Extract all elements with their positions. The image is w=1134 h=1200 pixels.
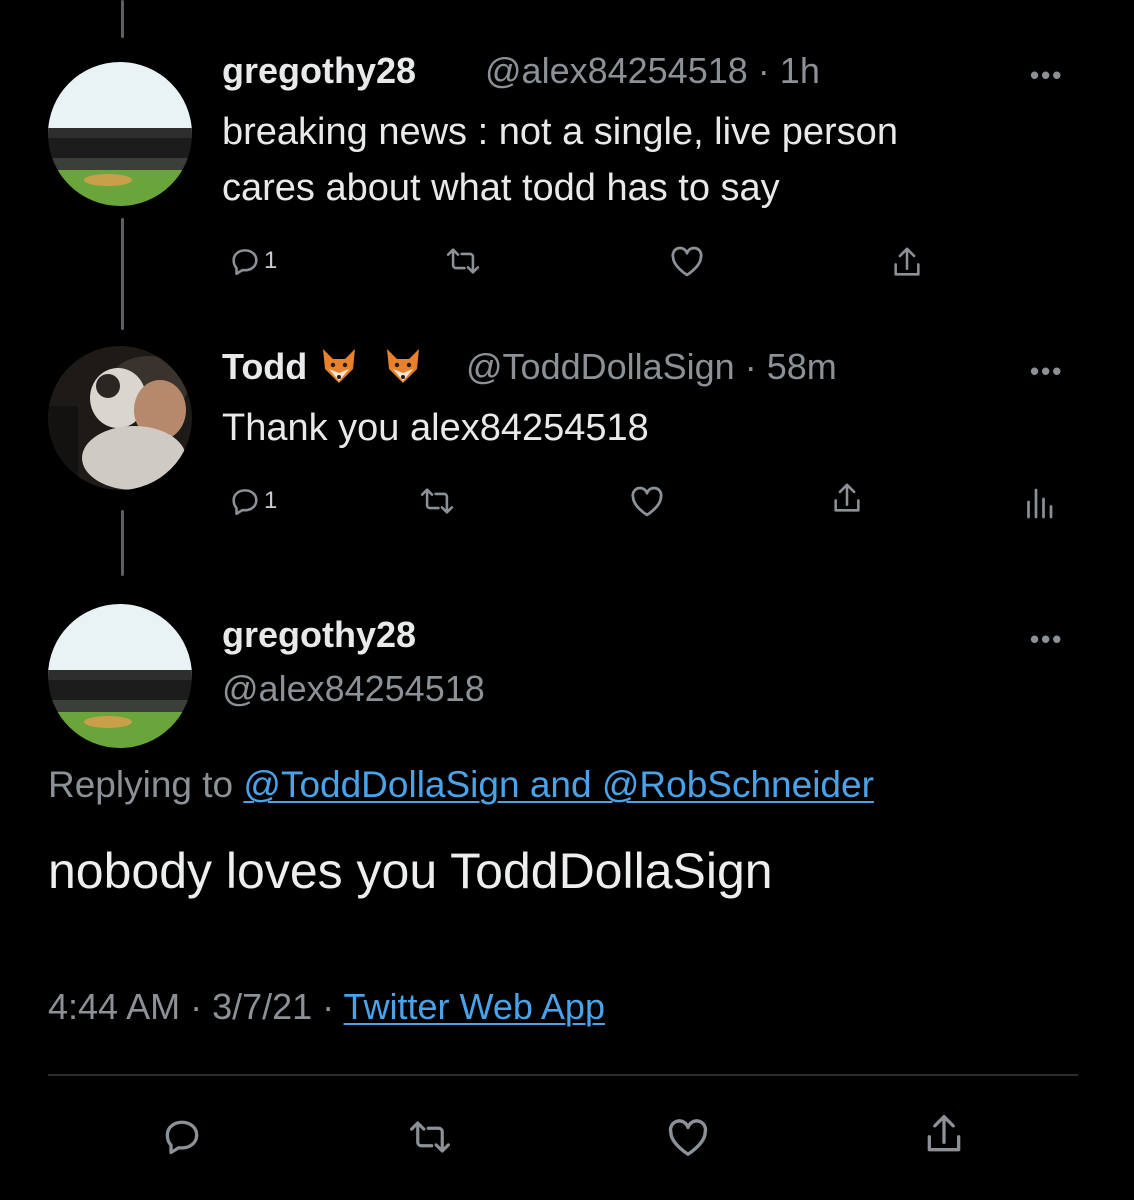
reply-button[interactable]: 1 bbox=[228, 244, 277, 278]
retweet-button[interactable] bbox=[444, 244, 482, 278]
author-name[interactable]: gregothy28 bbox=[222, 50, 416, 92]
tweet-text-line: breaking news : not a single, live perso… bbox=[222, 111, 898, 153]
like-button[interactable] bbox=[664, 1116, 712, 1158]
author-meta: @ToddDollaSign · 58m bbox=[466, 346, 837, 388]
avatar-gregothy28[interactable] bbox=[48, 62, 192, 206]
author-name-text: Todd bbox=[222, 346, 308, 387]
fox-emoji-icon bbox=[387, 349, 420, 383]
share-icon bbox=[834, 483, 860, 512]
reply-icon bbox=[232, 489, 258, 516]
author-name[interactable]: Todd bbox=[222, 346, 423, 388]
share-icon bbox=[894, 247, 920, 276]
tweet-time[interactable]: 58m bbox=[767, 346, 837, 387]
retweet-button[interactable] bbox=[418, 484, 456, 518]
retweet-icon bbox=[420, 488, 454, 514]
divider bbox=[48, 1074, 1078, 1076]
avatar-todd[interactable] bbox=[48, 346, 192, 490]
reply-icon bbox=[165, 1120, 199, 1155]
tweet-text: nobody loves you ToddDollaSign bbox=[48, 843, 773, 899]
author-handle[interactable]: @alex84254518 bbox=[222, 668, 485, 710]
analytics-icon bbox=[1027, 488, 1053, 519]
replying-to-label: Replying to bbox=[48, 764, 234, 805]
thread-line-1 bbox=[121, 218, 124, 330]
retweet-icon bbox=[410, 1121, 450, 1153]
author-name[interactable]: gregothy28 bbox=[222, 614, 416, 656]
like-icon bbox=[671, 246, 703, 277]
replying-to-link[interactable]: @ToddDollaSign and @RobSchneider bbox=[243, 764, 874, 805]
share-button[interactable] bbox=[830, 480, 864, 518]
like-icon bbox=[668, 1119, 708, 1156]
tweet-text: breaking news : not a single, live perso… bbox=[222, 104, 898, 216]
replying-to: Replying to @ToddDollaSign and @RobSchne… bbox=[48, 764, 874, 806]
share-icon bbox=[927, 1115, 961, 1152]
tweet-source-link[interactable]: Twitter Web App bbox=[344, 986, 605, 1027]
author-meta: @alex84254518 · 1h bbox=[485, 50, 820, 92]
tweet-timestamp: 4:44 AM · 3/7/21 · Twitter Web App bbox=[48, 986, 605, 1028]
retweet-icon bbox=[446, 248, 480, 274]
more-options-icon[interactable]: ••• bbox=[1030, 356, 1063, 387]
retweet-button[interactable] bbox=[406, 1116, 454, 1158]
separator: · bbox=[744, 346, 757, 387]
like-icon bbox=[631, 486, 663, 517]
reply-icon bbox=[232, 249, 258, 276]
like-button[interactable] bbox=[668, 244, 706, 278]
fox-emoji-icon bbox=[323, 349, 356, 383]
analytics-button[interactable] bbox=[1024, 484, 1054, 520]
tweet-text: Thank you alex84254518 bbox=[222, 407, 649, 449]
reply-button[interactable] bbox=[160, 1114, 204, 1158]
tweet-time[interactable]: 1h bbox=[780, 50, 820, 91]
timestamp-text[interactable]: 4:44 AM · 3/7/21 · bbox=[48, 986, 344, 1027]
avatar-gregothy28[interactable] bbox=[48, 604, 192, 748]
share-button[interactable] bbox=[890, 244, 924, 282]
thread-line-top bbox=[121, 0, 124, 38]
separator: · bbox=[757, 50, 770, 91]
reply-button[interactable]: 1 bbox=[228, 484, 277, 518]
more-options-icon[interactable]: ••• bbox=[1030, 624, 1063, 655]
tweet-text-line: cares about what todd has to say bbox=[222, 167, 780, 209]
reply-count: 1 bbox=[264, 487, 278, 514]
like-button[interactable] bbox=[628, 484, 666, 518]
author-handle[interactable]: @alex84254518 bbox=[485, 50, 748, 91]
share-button[interactable] bbox=[922, 1110, 966, 1160]
thread-line-2 bbox=[121, 510, 124, 576]
author-handle[interactable]: @ToddDollaSign bbox=[466, 346, 735, 387]
reply-count: 1 bbox=[264, 247, 278, 274]
more-options-icon[interactable]: ••• bbox=[1030, 60, 1063, 91]
